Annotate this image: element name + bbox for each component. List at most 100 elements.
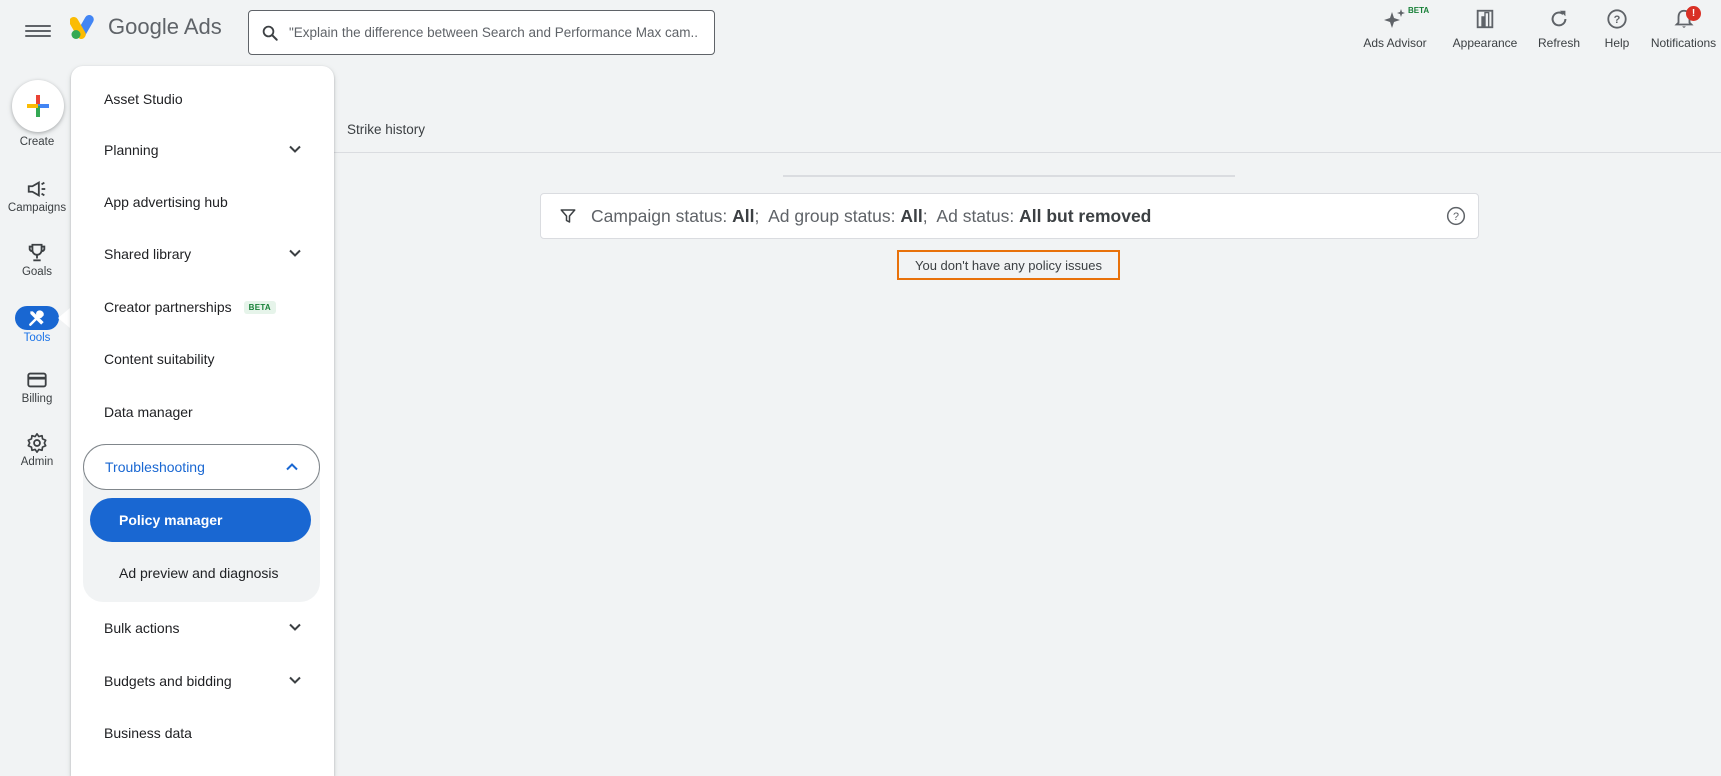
menu-item-business-data[interactable]: Business data <box>83 711 322 755</box>
search-icon <box>262 25 278 41</box>
svg-text:?: ? <box>1453 211 1459 223</box>
rail-item-campaigns[interactable]: Campaigns <box>0 178 74 214</box>
menu-item-label: Business data <box>104 725 192 741</box>
hamburger-line <box>25 30 51 32</box>
rail-label: Admin <box>20 456 54 468</box>
chevron-down-icon <box>289 676 301 684</box>
refresh-icon <box>1551 10 1567 27</box>
menu-item-planning[interactable]: Planning <box>83 128 322 172</box>
help-icon: ? <box>1607 9 1627 29</box>
search-input[interactable] <box>289 25 699 40</box>
menu-item-label: Asset Studio <box>104 91 183 107</box>
notification-badge: ! <box>1686 6 1701 21</box>
menu-item-bulk-actions[interactable]: Bulk actions <box>83 606 322 650</box>
top-actions: BETA Ads Advisor Appearance Refresh ? He… <box>1350 6 1721 58</box>
filter-help-button[interactable]: ? <box>1446 206 1466 231</box>
search-box[interactable] <box>248 10 715 55</box>
appearance-icon <box>1476 9 1494 29</box>
rail-item-billing[interactable]: Billing <box>0 369 74 405</box>
menu-item-app-advertising-hub[interactable]: App advertising hub <box>83 180 322 224</box>
menu-item-policy-manager[interactable]: Policy manager <box>90 498 311 542</box>
adgroup-status-label: Ad group status: <box>768 205 896 226</box>
menu-item-budgets-and-bidding[interactable]: Budgets and bidding <box>83 659 322 703</box>
rail-label: Goals <box>21 266 53 278</box>
card-icon <box>27 372 47 388</box>
ad-status-label: Ad status: <box>936 205 1015 226</box>
rail-item-goals[interactable]: Goals <box>0 242 74 278</box>
beta-badge: BETA <box>1408 6 1430 15</box>
menu-item-label: Content suitability <box>104 351 215 367</box>
notifications-button[interactable]: ! Notifications <box>1646 6 1721 58</box>
adgroup-status-value: All <box>900 205 923 226</box>
filter-bar[interactable]: Campaign status: All; Ad group status: A… <box>540 193 1479 239</box>
menu-item-label: Bulk actions <box>104 620 180 636</box>
trophy-icon <box>28 243 46 262</box>
menu-item-label: Troubleshooting <box>105 459 205 475</box>
chevron-down-icon <box>289 145 301 153</box>
menu-item-label: Budgets and bidding <box>104 673 232 689</box>
menu-item-label: Shared library <box>104 246 192 262</box>
help-button[interactable]: ? Help <box>1588 6 1646 58</box>
menu-item-label: Ad preview and diagnosis <box>119 565 279 581</box>
rail-label: Billing <box>21 393 53 405</box>
megaphone-icon <box>27 181 46 197</box>
tools-icon <box>29 310 44 326</box>
menu-item-troubleshooting[interactable]: Troubleshooting <box>83 444 320 490</box>
tools-menu: Asset Studio Planning App advertising hu… <box>71 66 334 776</box>
menu-item-creator-partnerships[interactable]: Creator partnerships BETA <box>83 285 322 329</box>
google-ads-logo-icon <box>70 15 94 39</box>
campaign-status-value: All <box>732 205 755 226</box>
menu-item-label: Planning <box>104 142 159 158</box>
chevron-up-icon <box>286 463 298 471</box>
progress-track <box>783 175 1235 177</box>
separator: ; <box>922 205 928 226</box>
help-label: Help <box>1604 36 1630 50</box>
create-button[interactable] <box>12 80 64 132</box>
ad-status-value: All but removed <box>1019 205 1152 226</box>
menu-item-content-suitability[interactable]: Content suitability <box>83 337 322 381</box>
ads-advisor-label: Ads Advisor <box>1363 36 1427 50</box>
menu-item-asset-studio[interactable]: Asset Studio <box>83 77 322 121</box>
filter-summary: Campaign status: All; Ad group status: A… <box>591 206 1151 227</box>
tools-pill <box>15 306 59 330</box>
create-label: Create <box>19 136 55 148</box>
menu-caret <box>58 308 70 328</box>
rail-label: Campaigns <box>7 202 67 214</box>
ads-advisor-button[interactable]: BETA Ads Advisor <box>1350 6 1440 58</box>
menu-item-label: Data manager <box>104 404 193 420</box>
filter-icon <box>560 209 576 223</box>
appearance-button[interactable]: Appearance <box>1440 6 1530 58</box>
menu-item-ad-preview[interactable]: Ad preview and diagnosis <box>90 551 311 595</box>
create-label-item: Create <box>0 134 74 148</box>
tab-strike-history[interactable]: Strike history <box>347 122 425 137</box>
separator: ; <box>754 205 760 226</box>
svg-text:?: ? <box>1614 14 1621 26</box>
menu-item-label: App advertising hub <box>104 194 228 210</box>
rail-label: Tools <box>23 332 51 344</box>
refresh-button[interactable]: Refresh <box>1530 6 1588 58</box>
rail-item-admin[interactable]: Admin <box>0 432 74 468</box>
menu-item-label: Creator partnerships <box>104 299 232 315</box>
menu-item-shared-library[interactable]: Shared library <box>83 232 322 276</box>
tab-divider <box>334 152 1721 153</box>
chevron-down-icon <box>289 249 301 257</box>
beta-tag: BETA <box>243 300 277 314</box>
gear-icon <box>27 433 47 453</box>
chevron-down-icon <box>289 623 301 631</box>
hamburger-line <box>25 35 51 37</box>
left-rail: Create Campaigns Goals Tools Billing Adm… <box>0 64 74 776</box>
google-ads-logo[interactable]: Google Ads <box>70 14 222 40</box>
appearance-label: Appearance <box>1452 36 1518 50</box>
refresh-label: Refresh <box>1537 36 1581 50</box>
empty-state-message: You don't have any policy issues <box>897 250 1120 280</box>
hamburger-line <box>25 25 51 27</box>
sparkle-icon <box>1384 9 1405 28</box>
notifications-label: Notifications <box>1650 36 1717 50</box>
top-bar: Google Ads BETA Ads Advisor Appearance R… <box>0 0 1721 64</box>
menu-item-data-manager[interactable]: Data manager <box>83 390 322 434</box>
help-circle-icon: ? <box>1446 206 1466 226</box>
campaign-status-label: Campaign status: <box>591 205 728 226</box>
app-name: Google Ads <box>108 14 222 39</box>
main-menu-button[interactable] <box>25 22 51 42</box>
plus-icon <box>27 95 49 117</box>
